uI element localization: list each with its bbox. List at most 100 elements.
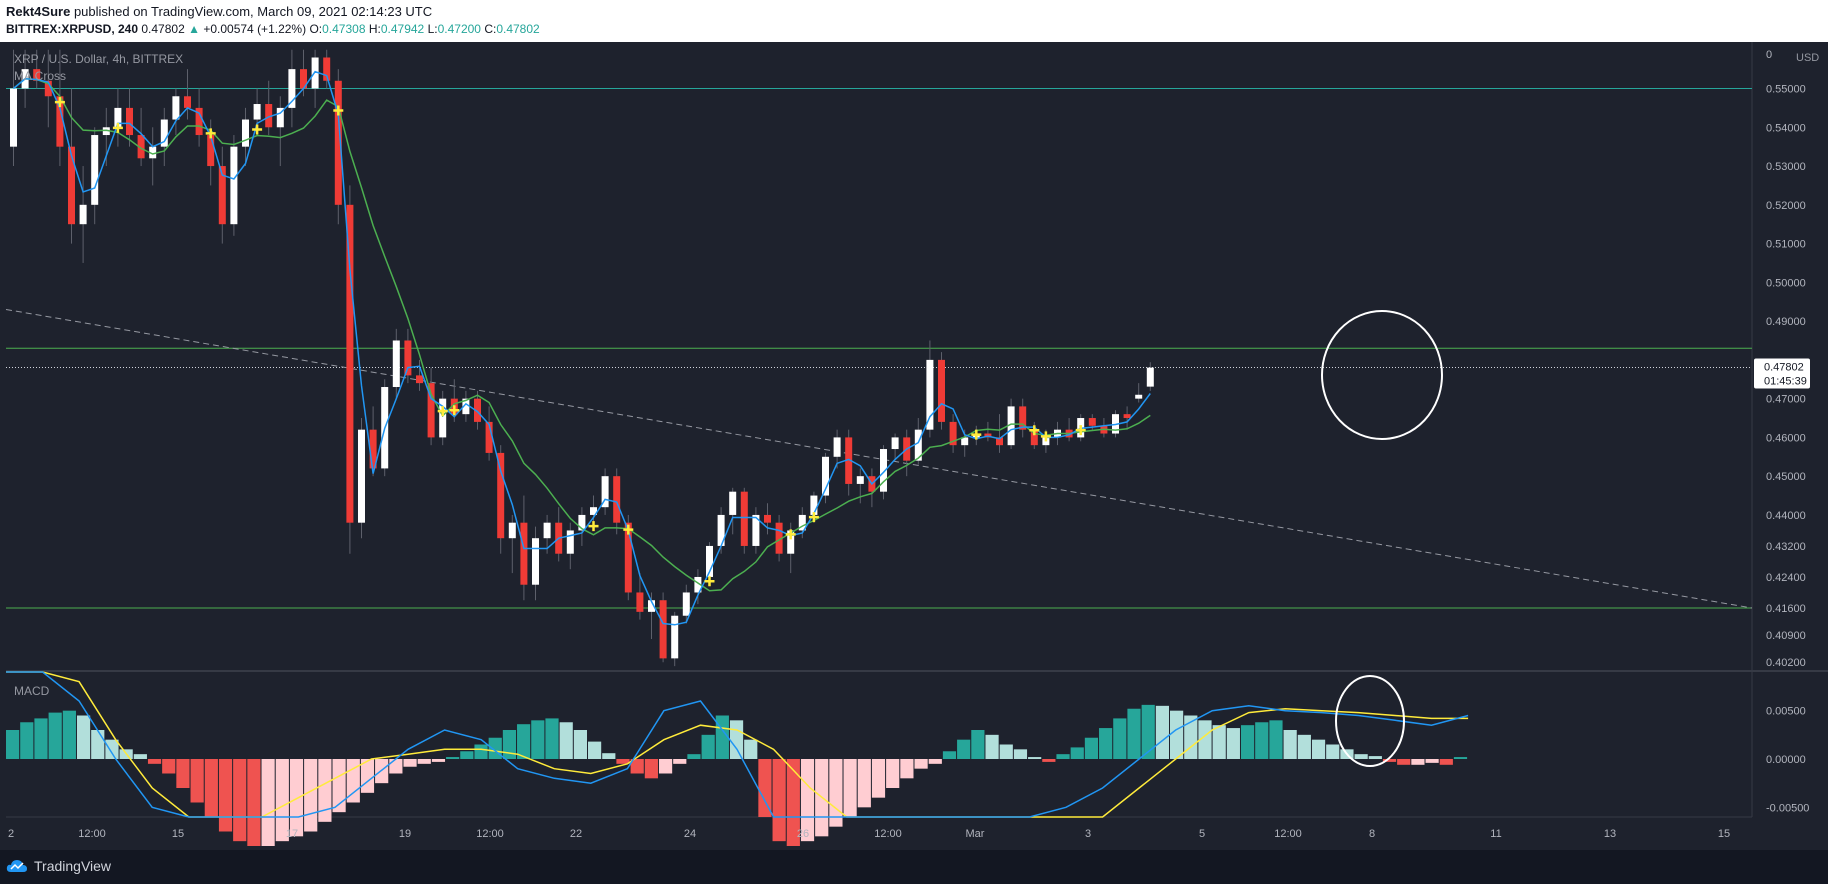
macd-legend[interactable]: MACD: [14, 684, 49, 698]
macd-hist-bar-negative: [843, 759, 857, 817]
time-tick-label: 5: [1199, 828, 1205, 840]
candle-up: [833, 437, 841, 457]
macd-hist-bar-positive: [1283, 730, 1297, 759]
macd-hist-bar-negative: [389, 759, 403, 774]
candle-down: [520, 522, 528, 585]
last-price: 0.47802: [141, 22, 185, 36]
close-label: C:: [484, 22, 497, 36]
candle-down: [346, 204, 354, 523]
candle-down: [184, 96, 191, 108]
macd-hist-bar-positive: [559, 722, 573, 759]
candle-down: [613, 476, 621, 523]
pane-title: XRP / U.S. Dollar, 4h, BITTREX: [14, 52, 184, 66]
macd-hist-bar-negative: [900, 759, 914, 779]
macd-hist-bar-negative: [871, 759, 886, 798]
candle-down: [416, 375, 423, 384]
macd-hist-bar-negative: [1411, 759, 1425, 765]
time-tick-label: 24: [684, 828, 696, 840]
macd-hist-bar-positive: [488, 737, 502, 759]
macd-hist-bar-positive: [1212, 725, 1226, 759]
macd-hist-bar-negative: [928, 759, 942, 764]
macd-hist-bar-negative: [233, 759, 247, 842]
tradingview-logo[interactable]: TradingView: [6, 858, 111, 874]
price-tick-label: 0.41600: [1766, 603, 1806, 615]
macd-hist-bar-negative: [1042, 759, 1056, 762]
macd-hist-bar-positive: [460, 751, 474, 759]
candle-down: [636, 592, 644, 612]
price-tick-label: 0.54000: [1766, 122, 1806, 134]
macd-hist-bar-negative: [190, 759, 204, 803]
time-tick-label: 17: [286, 828, 298, 840]
time-tick-label: 15: [1718, 828, 1730, 840]
macd-hist-bar-positive: [474, 744, 488, 759]
candle-down: [938, 359, 945, 422]
macd-hist-bar-positive: [517, 724, 531, 759]
macd-hist-bar-negative: [1425, 759, 1439, 763]
time-tick-label: 22: [570, 828, 582, 840]
macd-hist-bar-positive: [602, 753, 616, 759]
candle-up: [230, 146, 238, 225]
macd-hist-bar-negative: [289, 759, 304, 837]
currency-label[interactable]: USD: [1796, 52, 1819, 64]
candle-up: [1135, 394, 1143, 399]
up-arrow-icon: ▲: [188, 22, 200, 36]
candle-up: [926, 359, 934, 430]
macd-hist-bar-positive: [1354, 754, 1368, 759]
macd-hist-bar-positive: [62, 710, 76, 759]
chart-svg[interactable]: 0.55000 0.54000 0.53000 0.52000 0.51000 0.500…: [0, 42, 1828, 850]
author-name[interactable]: Rekt4Sure: [6, 4, 70, 19]
candle-down: [1088, 418, 1096, 426]
macd-hist-bar-positive: [1170, 710, 1184, 759]
macd-hist-bar-negative: [318, 759, 332, 822]
price-tick-label: 0.40200: [1766, 657, 1806, 669]
macd-hist-bar-positive: [1155, 705, 1169, 759]
macd-tick-label: -0.00500: [1766, 802, 1809, 814]
time-tick-label: 12:00: [78, 828, 106, 840]
open-label: O:: [309, 22, 323, 36]
macd-hist-bar-positive: [1453, 757, 1468, 759]
candle-down: [126, 107, 133, 136]
macd-hist-bar-positive: [1028, 757, 1042, 759]
macd-hist-bar-negative: [218, 759, 233, 832]
macd-hist-bar-positive: [971, 730, 985, 759]
time-tick-label: 11: [1490, 828, 1501, 840]
macd-hist-bar-positive: [133, 754, 147, 759]
macd-hist-bar-positive: [34, 718, 48, 759]
candle-down: [68, 146, 75, 225]
macd-hist-bar-positive: [1099, 728, 1113, 759]
macd-hist-bar-positive: [48, 712, 62, 759]
candle-up: [856, 476, 864, 484]
macd-hist-bar-positive: [20, 722, 34, 759]
ma-cross-legend[interactable]: MA Cross: [14, 69, 66, 83]
candle-down: [497, 452, 505, 539]
macd-hist-bar-positive: [957, 739, 971, 759]
candle-up: [392, 340, 400, 388]
candle-down: [207, 135, 215, 167]
macd-tick-label: 0.00000: [1766, 754, 1806, 766]
candle-up: [91, 135, 99, 205]
macd-hist-bar-positive: [76, 715, 91, 759]
macd-hist-bar-positive: [1013, 749, 1028, 759]
candle-up: [891, 437, 899, 450]
candle-up: [671, 615, 679, 659]
publish-header: Rekt4Sure published on TradingView.com, …: [0, 0, 1828, 42]
time-tick-label: 12:00: [476, 828, 504, 840]
price-tick-label: 0.44000: [1766, 510, 1806, 522]
macd-hist-bar-positive: [1226, 728, 1240, 759]
low-label: L:: [427, 22, 438, 36]
low-value: 0.47200: [437, 22, 481, 36]
macd-hist-bar-negative: [886, 759, 900, 788]
macd-hist-bar-negative: [644, 759, 658, 779]
candle-up: [358, 429, 365, 523]
macd-hist-bar-positive: [999, 744, 1013, 759]
price-tick-label: 0.51000: [1766, 239, 1806, 251]
macd-hist-bar-positive: [573, 730, 587, 759]
open-value: 0.47308: [322, 22, 366, 36]
macd-hist-bar-negative: [431, 759, 446, 762]
price-tick-label: 0.55000: [1766, 84, 1806, 96]
macd-hist-bar-negative: [403, 759, 417, 767]
price-tick-label: 0.50000: [1766, 277, 1806, 289]
chart-area[interactable]: 0.55000 0.54000 0.53000 0.52000 0.51000 0.500…: [0, 42, 1828, 850]
time-tick-label: 19: [399, 828, 411, 840]
published-text: published on TradingView.com, March 09, …: [73, 4, 433, 19]
